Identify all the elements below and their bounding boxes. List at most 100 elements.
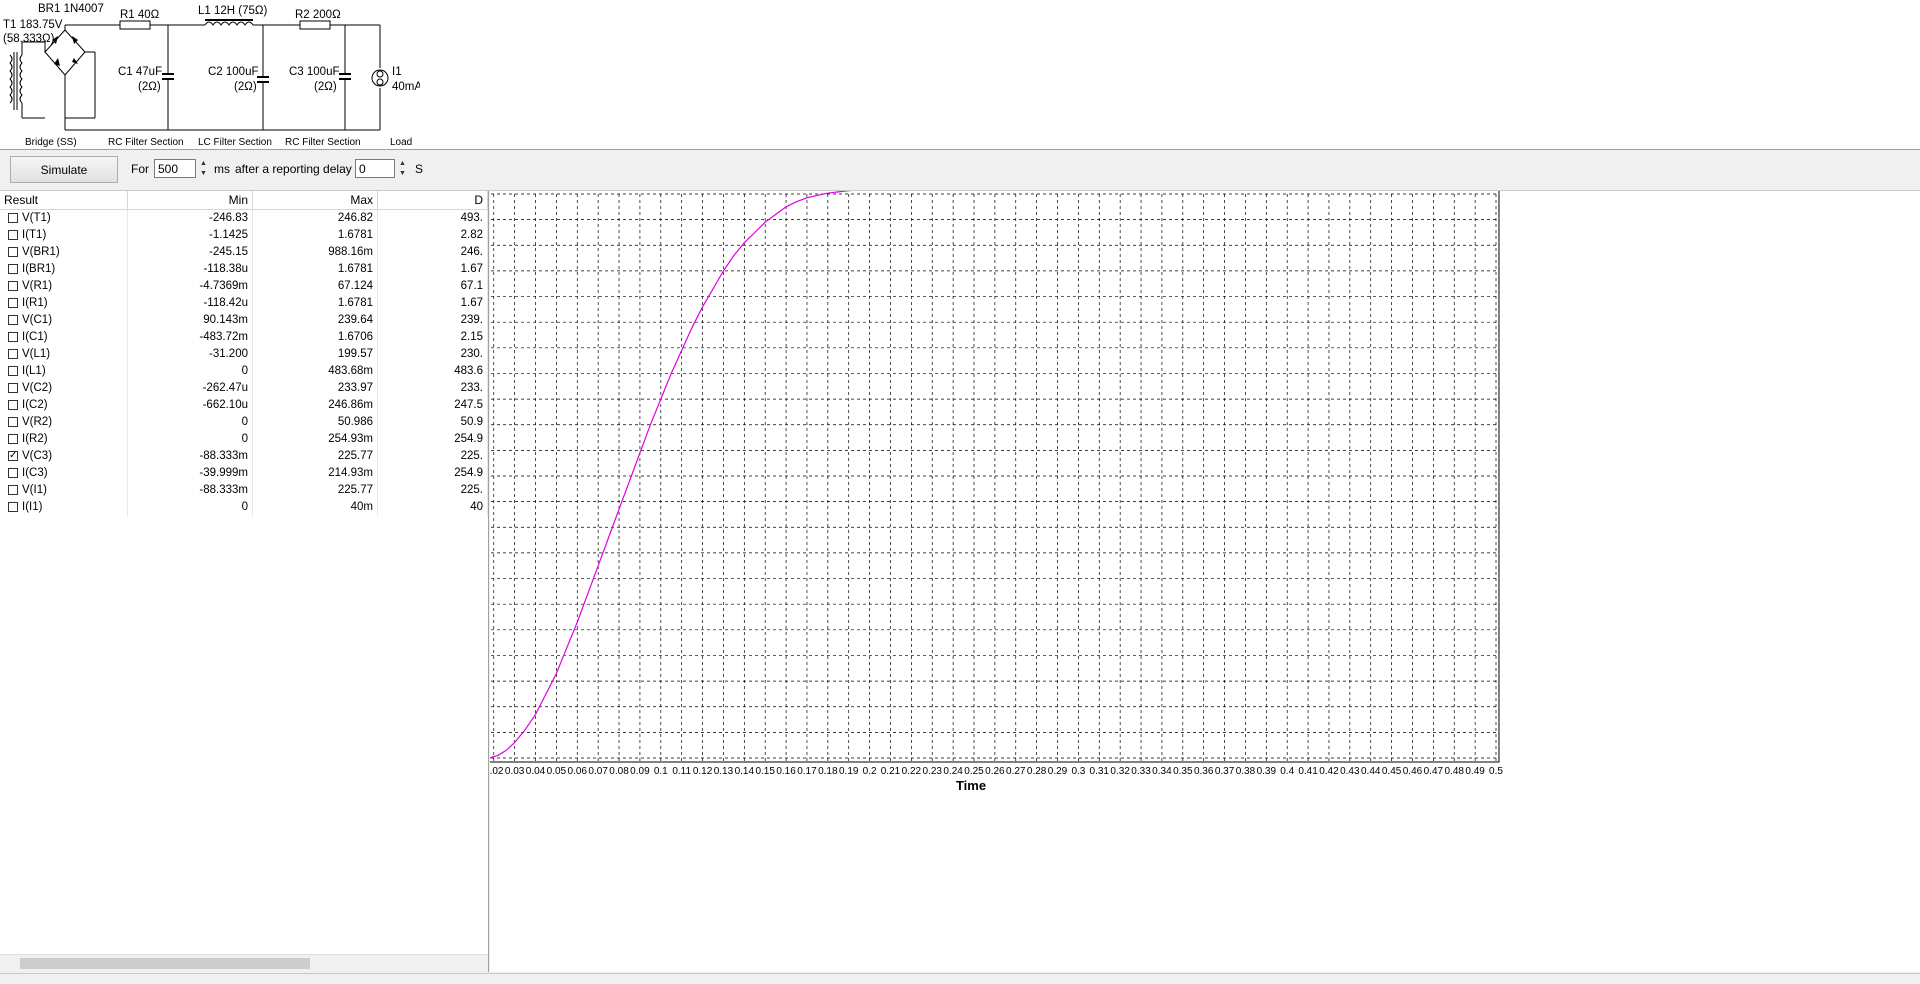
table-row[interactable]: I(T1) -1.1425 1.6781 2.82 [0, 227, 488, 244]
x-tick-label: 0.42 [1319, 766, 1339, 777]
result-name: V(C2) [0, 380, 128, 397]
ms-label: ms [214, 162, 230, 176]
result-name: V(L1) [0, 346, 128, 363]
delay-spinner[interactable]: ▲ ▼ [396, 159, 409, 180]
section-label: Bridge (SS) [25, 137, 77, 148]
x-tick-label: 0.4 [1280, 766, 1294, 777]
table-row[interactable]: I(C3) -39.999m 214.93m 254.9 [0, 465, 488, 482]
result-name: I(C1) [0, 329, 128, 346]
result-d: 67.1 [378, 278, 488, 295]
table-row[interactable]: I(I1) 0 40m 40 [0, 499, 488, 516]
result-max: 1.6781 [253, 295, 378, 312]
result-min: -262.47u [128, 380, 253, 397]
table-row[interactable]: V(C1) 90.143m 239.64 239. [0, 312, 488, 329]
label-br1: BR1 1N4007 [38, 3, 104, 15]
label-i1-value: 40mA [392, 81, 420, 93]
table-row[interactable]: I(BR1) -118.38u 1.6781 1.67 [0, 261, 488, 278]
duration-input[interactable] [154, 159, 196, 178]
spin-down-icon[interactable]: ▼ [197, 169, 210, 179]
table-row[interactable]: V(R2) 0 50.986 50.9 [0, 414, 488, 431]
result-name: V(I1) [0, 482, 128, 499]
x-tick-label: 0.19 [839, 766, 859, 777]
table-row[interactable]: ✓ V(C3) -88.333m 225.77 225. [0, 448, 488, 465]
table-row[interactable]: I(C1) -483.72m 1.6706 2.15 [0, 329, 488, 346]
result-min: -246.83 [128, 210, 253, 227]
circuit-schematic[interactable]: BR1 1N4007 T1 183.75V (58.333Ω) R1 40Ω L… [0, 0, 420, 149]
result-max: 988.16m [253, 244, 378, 261]
duration-spinner[interactable]: ▲ ▼ [197, 159, 210, 180]
table-row[interactable]: V(BR1) -245.15 988.16m 246. [0, 244, 488, 261]
delay-input[interactable] [355, 159, 395, 178]
result-d: 1.67 [378, 261, 488, 278]
column-header-result[interactable]: Result [0, 191, 128, 209]
table-row[interactable]: I(C2) -662.10u 246.86m 247.5 [0, 397, 488, 414]
result-min: -39.999m [128, 465, 253, 482]
plot-area [442, 175, 1500, 763]
result-name: V(R1) [0, 278, 128, 295]
x-tick-label: 0.5 [1489, 766, 1503, 777]
spin-up-icon[interactable]: ▲ [197, 159, 210, 169]
column-header-max[interactable]: Max [253, 191, 378, 209]
result-max: 214.93m [253, 465, 378, 482]
table-row[interactable]: V(I1) -88.333m 225.77 225. [0, 482, 488, 499]
scrollbar-thumb[interactable] [20, 958, 310, 969]
result-min: -88.333m [128, 448, 253, 465]
x-tick-label: 0.04 [526, 766, 546, 777]
result-max: 67.124 [253, 278, 378, 295]
result-min: -483.72m [128, 329, 253, 346]
result-name: I(I1) [0, 499, 128, 516]
spin-down-icon[interactable]: ▼ [396, 169, 409, 179]
result-name: I(C2) [0, 397, 128, 414]
results-header: Result Min Max D [0, 191, 488, 210]
x-tick-label: 0.23 [923, 766, 943, 777]
x-tick-label: 0.28 [1027, 766, 1047, 777]
simulation-toolbar: Simulate For ▲ ▼ ms after a reporting de… [0, 150, 1920, 191]
result-min: -662.10u [128, 397, 253, 414]
x-tick-label: 0.02 [490, 766, 504, 777]
table-row[interactable]: V(R1) -4.7369m 67.124 67.1 [0, 278, 488, 295]
result-name: V(BR1) [0, 244, 128, 261]
spin-up-icon[interactable]: ▲ [396, 159, 409, 169]
horizontal-scrollbar[interactable] [0, 954, 488, 972]
result-d: 483.6 [378, 363, 488, 380]
result-max: 233.97 [253, 380, 378, 397]
result-name: V(R2) [0, 414, 128, 431]
simulation-chart[interactable]: 00.010.020.030.040.050.060.070.080.090.1… [406, 158, 1920, 972]
column-header-min[interactable]: Min [128, 191, 253, 209]
result-max: 50.986 [253, 414, 378, 431]
column-header-d[interactable]: D [378, 191, 488, 209]
x-tick-label: 0.26 [985, 766, 1005, 777]
current-source-i1 [371, 69, 389, 87]
x-tick-label: 0.03 [505, 766, 525, 777]
result-name: I(C3) [0, 465, 128, 482]
result-max: 225.77 [253, 482, 378, 499]
label-c1: C1 47uF [118, 66, 162, 78]
x-tick-label: 0.44 [1361, 766, 1381, 777]
result-min: 0 [128, 414, 253, 431]
result-d: 493. [378, 210, 488, 227]
result-d: 1.67 [378, 295, 488, 312]
table-row[interactable]: V(C2) -262.47u 233.97 233. [0, 380, 488, 397]
x-tick-label: 0.32 [1110, 766, 1130, 777]
result-max: 254.93m [253, 431, 378, 448]
result-d: 2.82 [378, 227, 488, 244]
delay-label: after a reporting delay of [235, 162, 366, 176]
for-label: For [131, 162, 149, 176]
result-min: 0 [128, 499, 253, 516]
x-tick-label: 0.34 [1152, 766, 1172, 777]
table-row[interactable]: V(L1) -31.200 199.57 230. [0, 346, 488, 363]
result-max: 239.64 [253, 312, 378, 329]
table-row[interactable]: I(R2) 0 254.93m 254.9 [0, 431, 488, 448]
x-tick-label: 0.2 [863, 766, 877, 777]
result-d: 247.5 [378, 397, 488, 414]
simulate-button[interactable]: Simulate [10, 156, 118, 183]
result-d: 225. [378, 448, 488, 465]
result-name: I(R2) [0, 431, 128, 448]
table-row[interactable]: V(T1) -246.83 246.82 493. [0, 210, 488, 227]
x-tick-label: 0.08 [609, 766, 629, 777]
table-row[interactable]: I(R1) -118.42u 1.6781 1.67 [0, 295, 488, 312]
table-row[interactable]: I(L1) 0 483.68m 483.6 [0, 363, 488, 380]
result-d: 230. [378, 346, 488, 363]
x-tick-label: 0.43 [1340, 766, 1360, 777]
label-t1: T1 183.75V [3, 19, 63, 31]
